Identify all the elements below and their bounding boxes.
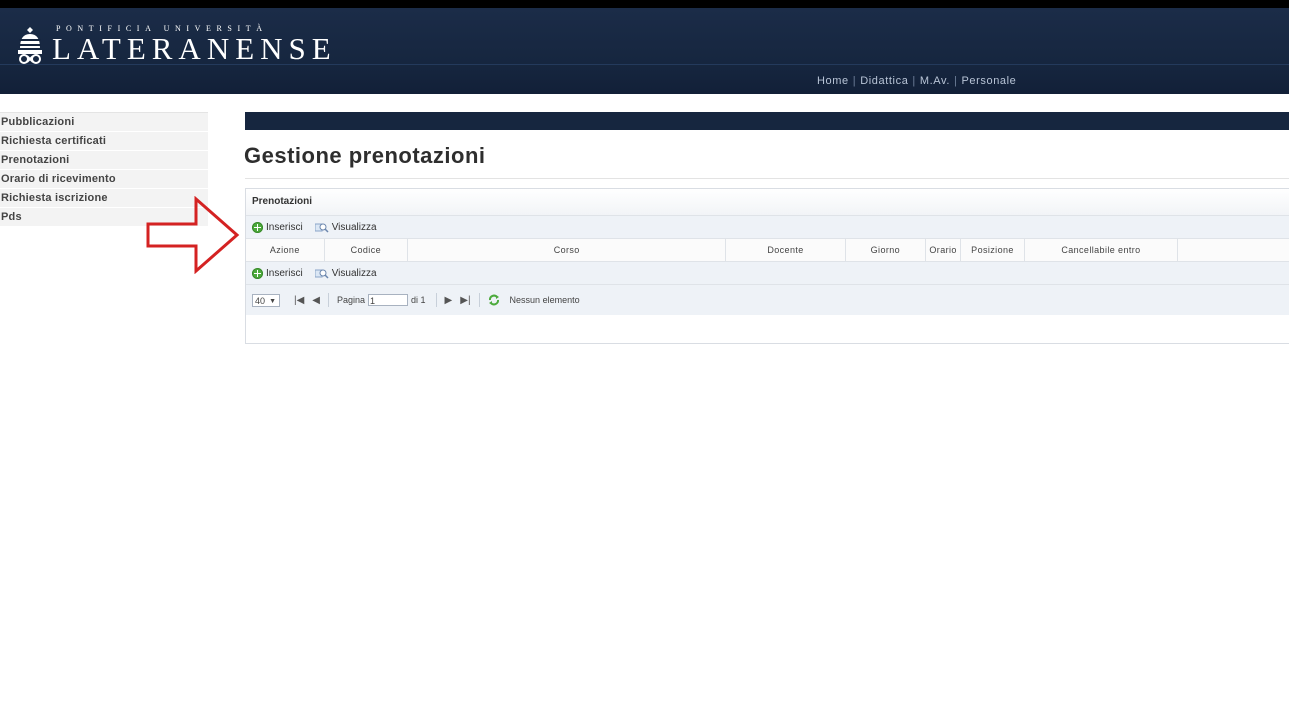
pager-separator	[435, 293, 437, 307]
panel-title: Prenotazioni	[246, 189, 1289, 216]
insert-button[interactable]: Inserisci	[252, 221, 303, 233]
page-size-value: 40	[255, 295, 266, 306]
pager-separator	[328, 293, 329, 307]
prev-page-icon[interactable]: ◀	[312, 295, 320, 306]
view-button[interactable]: Visualizza	[314, 221, 377, 233]
page-title: Gestione prenotazioni	[244, 143, 486, 168]
column-header-orario[interactable]: Orario	[925, 239, 962, 262]
view-label: Visualizza	[331, 221, 377, 233]
sidebar-item-pubblicazioni[interactable]: Pubblicazioni	[0, 112, 208, 132]
top-strip	[0, 0, 1289, 8]
plus-circle-icon	[252, 221, 263, 233]
sidebar-item-orario-ricevimento[interactable]: Orario di ricevimento	[0, 170, 208, 189]
red-arrow-annotation-icon	[146, 196, 240, 274]
magnifier-icon	[314, 223, 329, 233]
column-header-cancellabile-entro[interactable]: Cancellabile entro	[1024, 239, 1178, 262]
first-page-icon[interactable]: |◀	[294, 295, 304, 306]
pagination-bar: 40 ▼ |◀ ◀ Pagina 1 di 1 ▶ ▶| Nessun elem…	[246, 285, 1289, 315]
prenotazioni-panel: Prenotazioni Inserisci Visualizza Azione…	[245, 188, 1289, 344]
header-divider	[0, 64, 1289, 65]
table-header-row: Azione Codice Corso Docente Giorno Orari…	[246, 239, 1289, 262]
title-divider	[245, 178, 1289, 179]
content-header-bar	[245, 112, 1289, 130]
bottom-toolbar: Inserisci Visualizza	[246, 262, 1289, 285]
page-number-input[interactable]: 1	[368, 294, 409, 306]
bookings-table: Azione Codice Corso Docente Giorno Orari…	[246, 239, 1289, 262]
column-header-giorno[interactable]: Giorno	[845, 239, 927, 262]
page-label: Pagina	[337, 295, 366, 305]
nav-home[interactable]: Home	[817, 75, 849, 87]
chevron-down-icon: ▼	[269, 297, 276, 305]
column-header-docente[interactable]: Docente	[725, 239, 846, 262]
view-button-bottom[interactable]: Visualizza	[314, 267, 377, 279]
nav-didattica[interactable]: Didattica	[860, 75, 908, 87]
sidebar-item-richiesta-certificati[interactable]: Richiesta certificati	[0, 132, 208, 151]
column-header-codice[interactable]: Codice	[324, 239, 409, 262]
nav-mav[interactable]: M.Av.	[920, 75, 950, 87]
site-header: PONTIFICIA UNIVERSITÀ LATERANENSE Home | D…	[0, 8, 1289, 94]
papal-tiara-emblem-icon	[18, 27, 42, 64]
last-page-icon[interactable]: ▶|	[460, 295, 470, 306]
top-navigation: Home | Didattica | M.Av. | Personale	[817, 75, 1016, 87]
sidebar-item-prenotazioni[interactable]: Prenotazioni	[0, 151, 208, 170]
nav-separator: |	[912, 75, 916, 87]
page-size-select[interactable]: 40 ▼	[252, 293, 280, 307]
top-toolbar: Inserisci Visualizza	[246, 216, 1289, 239]
nav-personale[interactable]: Personale	[961, 75, 1016, 87]
refresh-icon[interactable]	[488, 294, 500, 306]
insert-label: Inserisci	[266, 221, 303, 233]
pager-separator	[478, 293, 480, 307]
magnifier-icon	[314, 269, 329, 279]
insert-button-bottom[interactable]: Inserisci	[252, 267, 303, 279]
column-header-posizione[interactable]: Posizione	[960, 239, 1025, 262]
column-header-azione[interactable]: Azione	[246, 239, 325, 262]
column-header-corso[interactable]: Corso	[407, 239, 727, 262]
nav-separator: |	[852, 75, 857, 87]
pager-status: Nessun elemento	[509, 295, 580, 305]
plus-circle-icon	[252, 267, 263, 279]
insert-label: Inserisci	[266, 267, 303, 279]
next-page-icon[interactable]: ▶	[445, 295, 453, 306]
view-label: Visualizza	[331, 267, 377, 279]
column-header-empty	[1177, 239, 1289, 262]
nav-separator: |	[954, 75, 958, 87]
logo-title: LATERANENSE	[52, 31, 337, 66]
page-total-label: di 1	[411, 295, 426, 305]
